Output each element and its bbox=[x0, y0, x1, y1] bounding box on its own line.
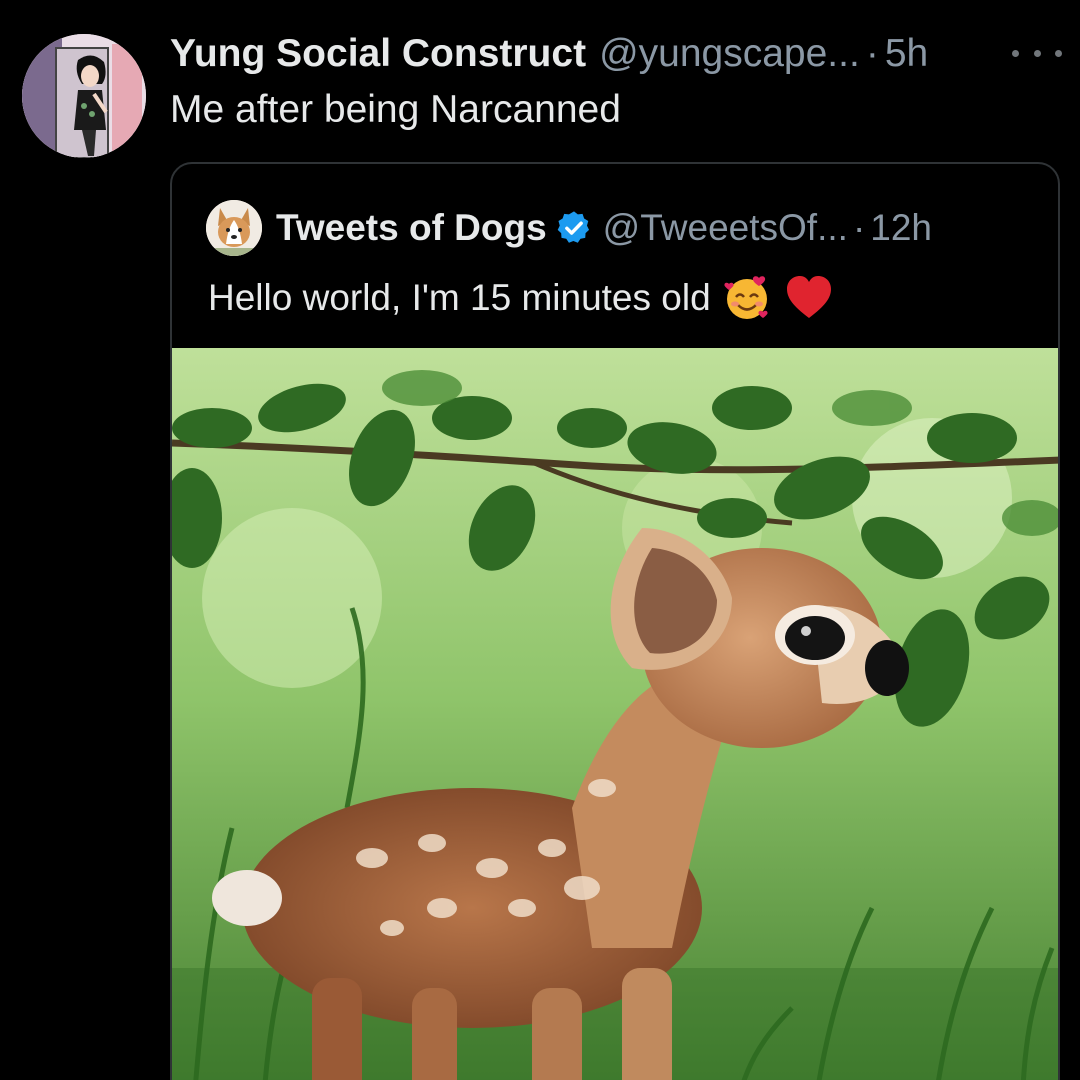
author-avatar[interactable] bbox=[22, 34, 146, 158]
quoted-tweet-timestamp[interactable]: 12h bbox=[870, 207, 932, 249]
header-separator: · bbox=[865, 32, 879, 75]
quoted-tweet-text-row: Hello world, I'm 15 minutes old bbox=[208, 272, 835, 324]
quoted-author-display-name[interactable]: Tweets of Dogs bbox=[276, 207, 547, 249]
more-horizontal-icon bbox=[1012, 49, 1019, 57]
more-horizontal-icon-dot bbox=[1055, 49, 1062, 57]
more-options-button[interactable] bbox=[1012, 38, 1062, 68]
quoted-tweet-text: Hello world, I'm 15 minutes old bbox=[208, 277, 711, 318]
corgi-avatar-image bbox=[206, 200, 262, 256]
author-handle[interactable]: @yungscape... bbox=[599, 28, 860, 80]
tweet-text: Me after being Narcanned bbox=[170, 88, 621, 131]
avatar-cartoon-image bbox=[22, 34, 146, 158]
quoted-tweet-photo[interactable] bbox=[172, 348, 1058, 1080]
quoted-author-handle[interactable]: @TweeetsOf... bbox=[603, 207, 848, 249]
quoted-author-avatar[interactable] bbox=[206, 200, 262, 256]
red-heart-icon bbox=[783, 272, 835, 324]
quoted-header-separator: · bbox=[852, 207, 866, 248]
fawn-photo-image bbox=[172, 348, 1058, 1080]
author-display-name[interactable]: Yung Social Construct bbox=[170, 28, 586, 80]
tweet-header: Yung Social Construct @yungscape... · 5h bbox=[170, 28, 928, 80]
smiling-face-with-hearts-icon bbox=[721, 272, 773, 324]
tweet-timestamp[interactable]: 5h bbox=[885, 28, 928, 80]
quoted-tweet-card[interactable]: Tweets of Dogs @TweeetsOf... · 12h Hello… bbox=[170, 162, 1060, 1080]
verified-badge-icon bbox=[555, 209, 593, 247]
more-horizontal-icon-dot bbox=[1033, 49, 1041, 57]
quoted-tweet-header: Tweets of Dogs @TweeetsOf... · 12h bbox=[276, 202, 932, 254]
